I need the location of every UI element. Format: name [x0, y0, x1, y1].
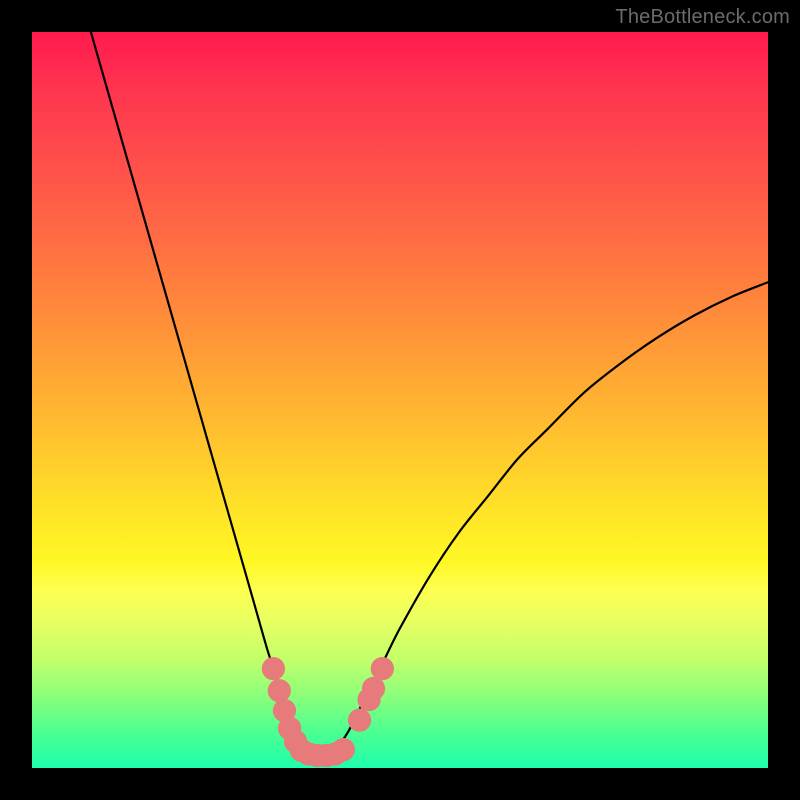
curve-marker: [362, 677, 385, 700]
chart-frame: TheBottleneck.com: [0, 0, 800, 800]
bottleneck-curve: [91, 32, 768, 754]
chart-svg: [32, 32, 768, 768]
curve-marker: [268, 679, 291, 702]
chart-plot-area: [32, 32, 768, 768]
curve-markers: [262, 657, 394, 767]
curve-marker: [332, 738, 355, 761]
curve-marker: [371, 657, 394, 680]
curve-marker: [348, 709, 371, 732]
watermark-label: TheBottleneck.com: [615, 6, 790, 29]
curve-marker: [262, 657, 285, 680]
